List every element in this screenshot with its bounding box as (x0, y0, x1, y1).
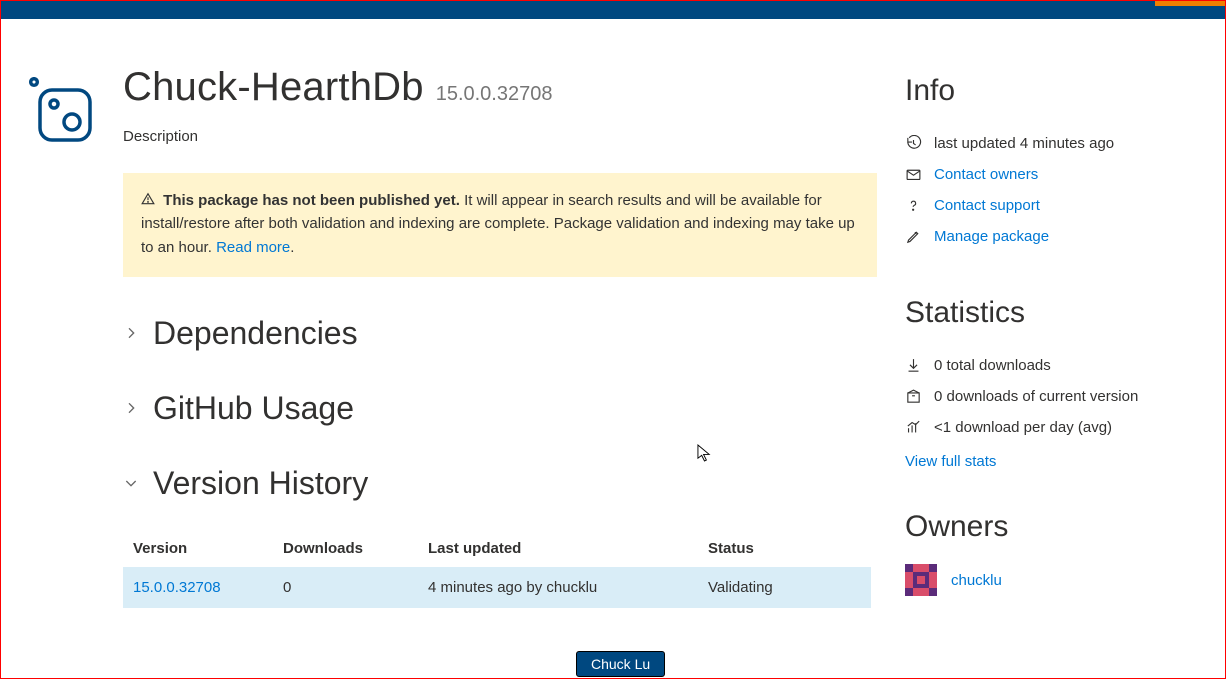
stat-current-version: 0 downloads of current version (905, 381, 1185, 412)
dependencies-heading: Dependencies (153, 315, 358, 352)
contact-owners-link[interactable]: Contact owners (934, 166, 1038, 183)
mouse-cursor (697, 444, 712, 463)
table-row: 15.0.0.32708 0 4 minutes ago by chucklu … (123, 567, 871, 608)
warning-icon (141, 192, 155, 206)
section-dependencies[interactable]: Dependencies (123, 315, 877, 352)
top-nav-bar (1, 1, 1225, 19)
last-updated-text: last updated 4 minutes ago (934, 135, 1114, 152)
pencil-icon (905, 228, 922, 245)
github-usage-heading: GitHub Usage (153, 390, 354, 427)
col-status: Status (698, 530, 871, 567)
info-contact-support[interactable]: Contact support (905, 190, 1185, 221)
cell-downloads: 0 (273, 567, 418, 608)
info-last-updated: last updated 4 minutes ago (905, 128, 1185, 159)
mail-icon (905, 166, 922, 183)
stat-per-day: <1 download per day (avg) (905, 412, 1185, 443)
read-more-link[interactable]: Read more (216, 239, 290, 256)
download-icon (905, 357, 922, 374)
section-github-usage[interactable]: GitHub Usage (123, 390, 877, 427)
package-icon (27, 77, 93, 149)
package-description: Description (123, 128, 877, 145)
version-history-table: Version Downloads Last updated Status 15… (123, 530, 871, 608)
version-history-heading: Version History (153, 465, 368, 502)
owners-heading: Owners (905, 510, 1185, 544)
history-icon (905, 135, 922, 152)
contact-support-link[interactable]: Contact support (934, 197, 1040, 214)
chart-icon (905, 419, 922, 436)
view-full-stats-link[interactable]: View full stats (905, 453, 1185, 470)
unpublished-notice: This package has not been published yet.… (123, 173, 877, 277)
info-contact-owners[interactable]: Contact owners (905, 159, 1185, 190)
package-title: Chuck-HearthDb (123, 65, 424, 110)
cell-status: Validating (698, 567, 871, 608)
avatar (905, 564, 937, 596)
manage-package-link[interactable]: Manage package (934, 228, 1049, 245)
question-icon (905, 197, 922, 214)
current-downloads-text: 0 downloads of current version (934, 388, 1138, 405)
total-downloads-text: 0 total downloads (934, 357, 1051, 374)
chevron-right-icon (123, 325, 139, 341)
col-version: Version (123, 530, 273, 567)
stat-total-downloads: 0 total downloads (905, 350, 1185, 381)
owner-link[interactable]: chucklu (951, 572, 1002, 589)
package-version: 15.0.0.32708 (436, 83, 553, 106)
chevron-right-icon (123, 400, 139, 416)
chevron-down-icon (123, 475, 139, 491)
search-button-accent (1155, 1, 1225, 6)
info-heading: Info (905, 74, 1185, 108)
cell-last-updated: 4 minutes ago by chucklu (418, 567, 698, 608)
col-last-updated: Last updated (418, 530, 698, 567)
user-tooltip: Chuck Lu (576, 651, 665, 677)
notice-bold: This package has not been published yet. (163, 192, 460, 209)
version-link[interactable]: 15.0.0.32708 (133, 579, 221, 596)
per-day-text: <1 download per day (avg) (934, 419, 1112, 436)
col-downloads: Downloads (273, 530, 418, 567)
info-manage-package[interactable]: Manage package (905, 221, 1185, 252)
stats-heading: Statistics (905, 296, 1185, 330)
package-box-icon (905, 388, 922, 405)
section-version-history[interactable]: Version History (123, 465, 877, 502)
